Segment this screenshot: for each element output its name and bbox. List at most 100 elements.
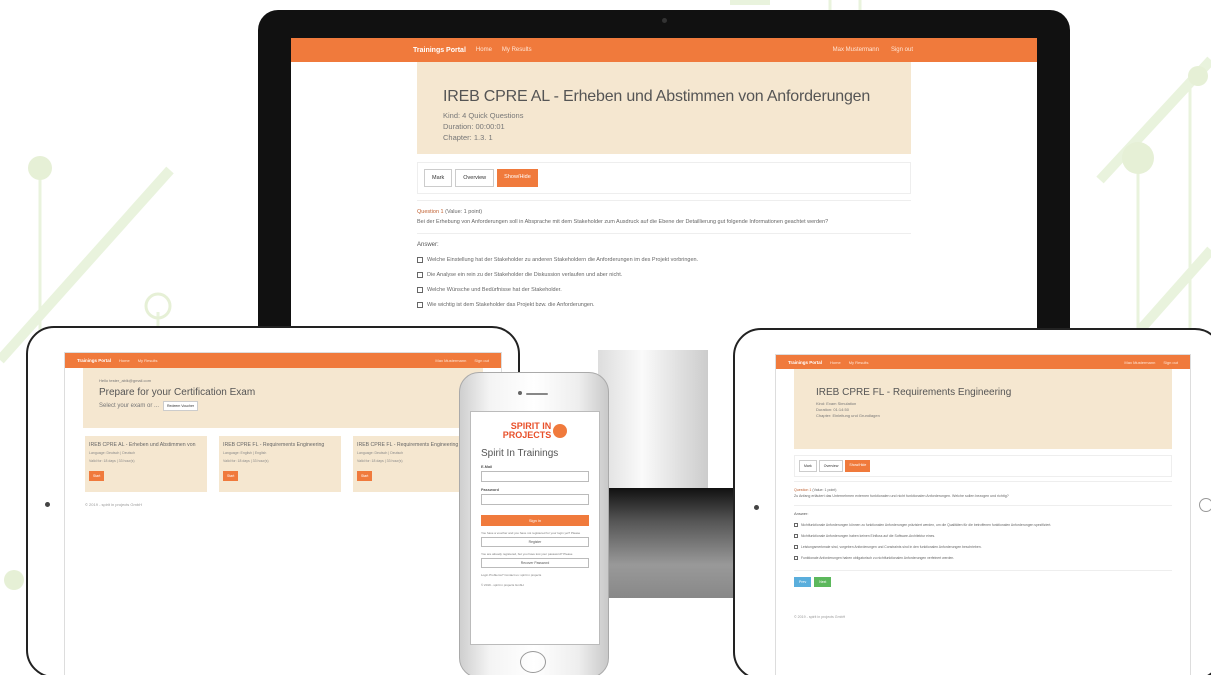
answer-text: Leistungsmerkmale sind, vorgeben Anforde… (801, 545, 982, 549)
exam-title: IREB CPRE FL - Requirements Engineering (816, 387, 1012, 398)
question-text: Bei der Erhebung von Anforderungen soll … (417, 219, 829, 225)
exam-card: IREB CPRE FL - Requirements Engineering … (219, 436, 341, 492)
speaker-icon (526, 393, 548, 395)
answer-text: Wie wichtig ist dem Stakeholder das Proj… (427, 302, 595, 308)
sign-in-button[interactable]: Sign in (481, 515, 589, 526)
nav-home[interactable]: Home (119, 358, 130, 363)
brand-link[interactable]: Trainings Portal (413, 47, 466, 54)
checkbox[interactable] (417, 257, 423, 263)
start-button[interactable]: Start (89, 471, 105, 481)
show-hide-button[interactable]: Show/Hide (497, 169, 538, 187)
answer-option[interactable]: Die Analyse ein rein zu der Stakeholder … (417, 272, 911, 278)
camera-icon (754, 505, 759, 510)
recover-password-button[interactable]: Recover Password (481, 558, 589, 569)
exam-chapter: Chapter: Einleitung und Grundlagen (816, 413, 880, 418)
exam-chapter: Chapter: 1.3. 1 (443, 133, 493, 142)
mark-button[interactable]: Mark (424, 169, 453, 187)
nav-home[interactable]: Home (830, 360, 841, 365)
nav-sign-out[interactable]: Sign out (1163, 360, 1178, 365)
prev-button[interactable]: Prev (794, 577, 812, 587)
nav-sign-out[interactable]: Sign out (891, 47, 913, 53)
question-block: Question 1 (Value: 1 point) Zu Anfang er… (794, 481, 1172, 499)
checkbox[interactable] (794, 545, 798, 549)
nav-home[interactable]: Home (476, 47, 492, 53)
hello-text: Hello tester_ablk@gmail.com (99, 378, 152, 383)
question-block: Question 1 (Value: 1 point) Bei der Erhe… (417, 200, 911, 233)
exam-cards: IREB CPRE AL - Erheben und Abstimmen von… (85, 436, 481, 492)
question-points: (Value: 1 point) (445, 209, 483, 215)
tablet-left-screen: Trainings Portal Home My Results Max Mus… (64, 352, 502, 675)
desktop-screen: Trainings Portal Home My Results Max Mus… (291, 38, 1037, 350)
navbar: Trainings Portal Home My Results Max Mus… (65, 353, 501, 368)
register-button[interactable]: Register (481, 537, 589, 548)
checkbox[interactable] (417, 272, 423, 278)
checkbox[interactable] (417, 302, 423, 308)
card-title: IREB CPRE AL - Erheben und Abstimmen von (89, 442, 196, 448)
brand-link[interactable]: Trainings Portal (77, 358, 111, 363)
card-title: IREB CPRE FL - Requirements Engineering (223, 442, 325, 448)
overview-button[interactable]: Overview (818, 460, 844, 472)
email-field[interactable] (481, 471, 589, 482)
answer-text: Die Analyse ein rein zu der Stakeholder … (427, 272, 623, 278)
product-showcase: Trainings Portal Home My Results Max Mus… (0, 0, 1211, 675)
nav-sign-out[interactable]: Sign out (474, 358, 489, 363)
overview-button[interactable]: Overview (455, 169, 495, 187)
answer-option[interactable]: Wie wichtig ist dem Stakeholder das Proj… (417, 302, 911, 308)
select-row: Select your exam or ... Redeem Voucher (99, 401, 467, 411)
answer-text: Funktionale Anforderungen haben obligato… (801, 556, 955, 560)
checkbox[interactable] (794, 534, 798, 538)
nav-user[interactable]: Max Mustermann (435, 358, 466, 363)
email-label: E-Mail (481, 465, 493, 469)
nav-my-results[interactable]: My Results (849, 360, 869, 365)
answer-option[interactable]: Funktionale Anforderungen haben obligato… (794, 556, 1172, 560)
checkbox[interactable] (794, 556, 798, 560)
nav-my-results[interactable]: My Results (138, 358, 158, 363)
answer-option[interactable]: Nichtfunktionale Anforderungen haben kei… (794, 534, 1172, 538)
start-button[interactable]: Start (223, 471, 239, 481)
answer-text: Nichtfunktionale Anforderungen können zu… (801, 523, 1052, 527)
redeem-voucher-button[interactable]: Redeem Voucher (163, 401, 199, 411)
card-language: Language: Deutsch | Deutsch (89, 451, 136, 455)
select-text: Select your exam or ... (99, 403, 160, 409)
question-toolbar: Mark Overview Show/Hide (794, 455, 1172, 477)
nav-my-results[interactable]: My Results (502, 47, 532, 53)
start-button[interactable]: Start (357, 471, 373, 481)
mark-button[interactable]: Mark (799, 460, 817, 472)
question-label: Question 1 (417, 209, 444, 215)
answer-option[interactable]: Leistungsmerkmale sind, vorgeben Anforde… (794, 545, 1172, 549)
navbar: Trainings Portal Home My Results Max Mus… (776, 355, 1190, 369)
tablet-left: Trainings Portal Home My Results Max Mus… (26, 326, 520, 675)
answer-option[interactable]: Welche Einstellung hat der Stakeholder z… (417, 257, 911, 263)
nav-user[interactable]: Max Mustermann (833, 47, 879, 53)
answer-text: Welche Wünsche und Bedürfnisse hat der S… (427, 287, 562, 293)
camera-icon (662, 18, 667, 23)
next-button[interactable]: Next (814, 577, 832, 587)
home-button-icon (520, 651, 546, 673)
exam-header: IREB CPRE FL - Requirements Engineering … (794, 369, 1172, 449)
show-hide-button[interactable]: Show/Hide (845, 460, 871, 472)
footer: © 2019 - spirit in projects GmbH (85, 502, 142, 507)
exam-title: IREB CPRE AL - Erheben und Abstimmen von… (443, 88, 871, 105)
exam-card: IREB CPRE FL - Requirements Engineering … (353, 436, 475, 492)
phone-screen: SPIRIT IN PROJECTS Spirit In Trainings E… (470, 411, 600, 645)
camera-icon (518, 391, 522, 395)
password-field[interactable] (481, 494, 589, 505)
monitor-stand (598, 350, 708, 490)
checkbox[interactable] (794, 523, 798, 527)
card-language: Language: English | English (223, 451, 267, 455)
answer-option[interactable]: Nichtfunktionale Anforderungen können zu… (794, 523, 1172, 527)
card-language: Language: Deutsch | Deutsch (357, 451, 404, 455)
password-label: Password (481, 488, 499, 492)
tablet-right: Trainings Portal Home My Results Max Mus… (733, 328, 1211, 675)
card-validity: Valid for: 18 days | 33 hour(s) (223, 459, 269, 463)
welcome-header: Hello tester_ablk@gmail.com Prepare for … (83, 368, 483, 428)
smartphone: SPIRIT IN PROJECTS Spirit In Trainings E… (459, 372, 609, 675)
answer-label: Answer: (417, 242, 439, 248)
logo-text-line2: PROJECTS (502, 430, 552, 440)
exam-meta: Kind: 4 Quick Questions Duration: 00:00:… (443, 110, 885, 143)
brand-link[interactable]: Trainings Portal (788, 360, 822, 365)
answer-option[interactable]: Welche Wünsche und Bedürfnisse hat der S… (417, 287, 911, 293)
checkbox[interactable] (417, 287, 423, 293)
exam-meta: Kind: Exam Simulation Duration: 01:14:50… (816, 401, 1150, 419)
nav-user[interactable]: Max Mustermann (1124, 360, 1155, 365)
